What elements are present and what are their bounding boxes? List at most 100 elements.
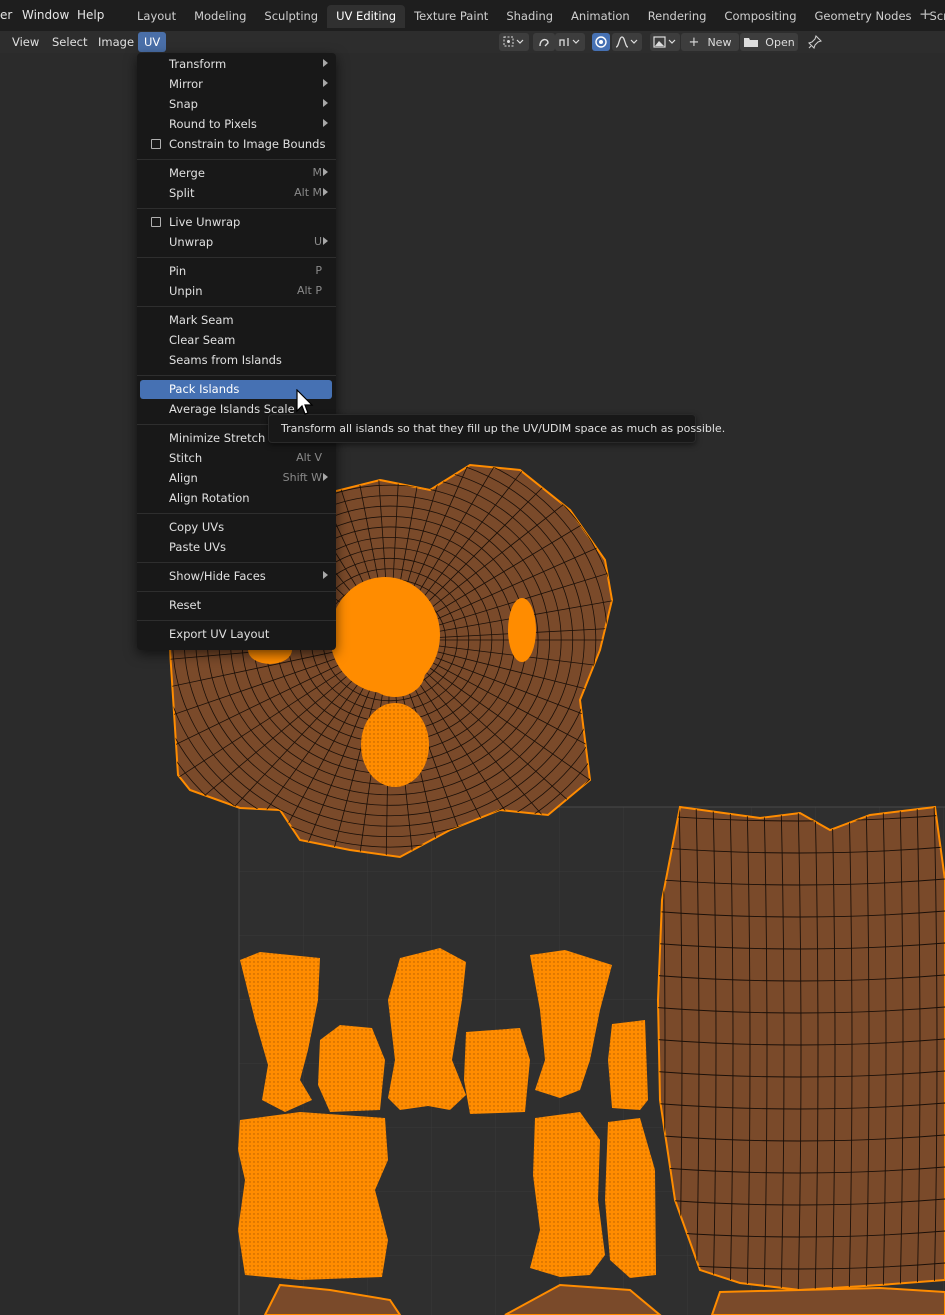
falloff-icon bbox=[615, 36, 638, 48]
menu-item-split[interactable]: Split Alt M bbox=[140, 184, 332, 203]
new-label: New bbox=[707, 35, 732, 49]
tooltip-text: Transform all islands so that they fill … bbox=[281, 422, 726, 435]
menu-separator bbox=[137, 620, 336, 621]
menu-image[interactable]: Image bbox=[98, 35, 134, 49]
menu-item-align-rotation[interactable]: Align Rotation bbox=[140, 489, 332, 508]
menu-item-export-uv-layout[interactable]: Export UV Layout bbox=[140, 625, 332, 644]
uv-island-arm-left[interactable] bbox=[388, 948, 466, 1110]
tab-compositing[interactable]: Compositing bbox=[715, 5, 805, 28]
tab-uv-editing[interactable]: UV Editing bbox=[327, 5, 406, 28]
menu-item-show-hide-faces[interactable]: Show/Hide Faces bbox=[140, 567, 332, 586]
proportional-edit-button[interactable] bbox=[592, 33, 610, 51]
tab-shading[interactable]: Shading bbox=[497, 5, 562, 28]
menu-item-transform[interactable]: Transform bbox=[140, 55, 332, 74]
menu-item-mark-seam[interactable]: Mark Seam bbox=[140, 311, 332, 330]
uv-island-small-3[interactable] bbox=[608, 1020, 648, 1110]
snap-icon bbox=[559, 38, 580, 46]
menu-item-label: Show/Hide Faces bbox=[169, 569, 266, 583]
menu-item-unpin[interactable]: Unpin Alt P bbox=[140, 282, 332, 301]
falloff-button[interactable] bbox=[612, 33, 642, 51]
menu-item-label: Transform bbox=[169, 57, 227, 71]
menu-item-unwrap[interactable]: Unwrap U bbox=[140, 233, 332, 252]
snap-button[interactable] bbox=[555, 33, 585, 51]
menu-item-label: Mirror bbox=[169, 77, 203, 91]
menu-item-round-to-pixels[interactable]: Round to Pixels bbox=[140, 115, 332, 134]
pivot-button[interactable] bbox=[499, 33, 529, 51]
uv-dropdown-menu: Transform Mirror Snap Round to Pixels Constr… bbox=[137, 53, 336, 650]
menu-item-label: Snap bbox=[169, 97, 198, 111]
checkbox-icon[interactable] bbox=[151, 217, 161, 227]
mouse-cursor-icon bbox=[296, 389, 314, 415]
menu-separator bbox=[137, 306, 336, 307]
menu-item-constrain-to-image-bounds[interactable]: Constrain to Image Bounds bbox=[140, 135, 332, 154]
sticky-select-button[interactable] bbox=[533, 33, 555, 51]
menu-help[interactable]: Help bbox=[77, 8, 104, 22]
menu-file-partial[interactable]: er bbox=[0, 8, 12, 22]
submenu-arrow-icon bbox=[323, 188, 328, 196]
menu-item-clear-seam[interactable]: Clear Seam bbox=[140, 331, 332, 350]
plus-icon[interactable]: + bbox=[919, 7, 932, 22]
uv-editor-header: View Select Image UV + New Open bbox=[0, 31, 945, 53]
uv-island-small-2[interactable] bbox=[464, 1028, 530, 1114]
menu-separator bbox=[137, 562, 336, 563]
tab-texture-paint[interactable]: Texture Paint bbox=[405, 5, 497, 28]
menu-item-shortcut: Shift W bbox=[282, 471, 322, 484]
menu-view[interactable]: View bbox=[12, 35, 39, 49]
tab-layout[interactable]: Layout bbox=[128, 5, 185, 28]
menu-item-pin[interactable]: Pin P bbox=[140, 262, 332, 281]
pin-icon bbox=[808, 35, 822, 49]
menu-item-paste-uvs[interactable]: Paste UVs bbox=[140, 538, 332, 557]
submenu-arrow-icon bbox=[323, 79, 328, 87]
workspace-tabs: Layout Modeling Sculpting UV Editing Tex… bbox=[128, 5, 945, 28]
menu-item-label: Paste UVs bbox=[169, 540, 226, 554]
open-label: Open bbox=[765, 35, 795, 49]
menu-window[interactable]: Window bbox=[22, 8, 69, 22]
sticky-select-icon bbox=[539, 38, 549, 47]
menu-select[interactable]: Select bbox=[52, 35, 87, 49]
menu-item-merge[interactable]: Merge M bbox=[140, 164, 332, 183]
menu-item-align[interactable]: Align Shift W bbox=[140, 469, 332, 488]
checkbox-icon[interactable] bbox=[151, 139, 161, 149]
image-browse-button[interactable] bbox=[650, 33, 680, 51]
menu-item-shortcut: Alt V bbox=[296, 451, 322, 464]
menu-item-live-unwrap[interactable]: Live Unwrap bbox=[140, 213, 332, 232]
submenu-arrow-icon bbox=[323, 237, 328, 245]
menu-item-copy-uvs[interactable]: Copy UVs bbox=[140, 518, 332, 537]
menu-separator bbox=[137, 375, 336, 376]
uv-island-arm-right[interactable] bbox=[530, 1112, 605, 1277]
pivot-icon bbox=[503, 36, 524, 47]
uv-island-hips[interactable] bbox=[238, 1112, 388, 1280]
pin-button[interactable] bbox=[806, 33, 824, 51]
menu-separator bbox=[137, 513, 336, 514]
tab-modeling[interactable]: Modeling bbox=[185, 5, 255, 28]
menu-item-seams-from-islands[interactable]: Seams from Islands bbox=[140, 351, 332, 370]
uv-island-small-1[interactable] bbox=[318, 1025, 385, 1112]
menu-item-label: Pin bbox=[169, 264, 187, 278]
menu-item-label: Round to Pixels bbox=[169, 117, 257, 131]
uv-island-bottom-3[interactable] bbox=[710, 1286, 945, 1315]
tab-animation[interactable]: Animation bbox=[562, 5, 639, 28]
tab-sculpting[interactable]: Sculpting bbox=[255, 5, 327, 28]
submenu-arrow-icon bbox=[323, 168, 328, 176]
submenu-arrow-icon bbox=[323, 119, 328, 127]
menu-item-snap[interactable]: Snap bbox=[140, 95, 332, 114]
menu-separator bbox=[137, 257, 336, 258]
menu-item-mirror[interactable]: Mirror bbox=[140, 75, 332, 94]
menu-item-reset[interactable]: Reset bbox=[140, 596, 332, 615]
menu-item-label: Align bbox=[169, 471, 198, 485]
uv-island-back[interactable] bbox=[650, 800, 945, 1301]
menu-item-label: Live Unwrap bbox=[169, 215, 241, 229]
open-image-button[interactable]: Open bbox=[740, 33, 798, 51]
menu-item-label: Copy UVs bbox=[169, 520, 225, 534]
menu-separator bbox=[137, 591, 336, 592]
tooltip: Transform all islands so that they fill … bbox=[268, 414, 725, 443]
new-image-button[interactable]: + New bbox=[681, 33, 739, 51]
menu-item-label: Constrain to Image Bounds bbox=[169, 137, 326, 151]
submenu-arrow-icon bbox=[323, 473, 328, 481]
menu-item-label: Stitch bbox=[169, 451, 203, 465]
menu-item-stitch[interactable]: Stitch Alt V bbox=[140, 449, 332, 468]
menu-uv[interactable]: UV bbox=[138, 32, 167, 52]
tab-geometry-nodes[interactable]: Geometry Nodes bbox=[806, 5, 921, 28]
tab-rendering[interactable]: Rendering bbox=[639, 5, 716, 28]
menu-item-label: Clear Seam bbox=[169, 333, 236, 347]
